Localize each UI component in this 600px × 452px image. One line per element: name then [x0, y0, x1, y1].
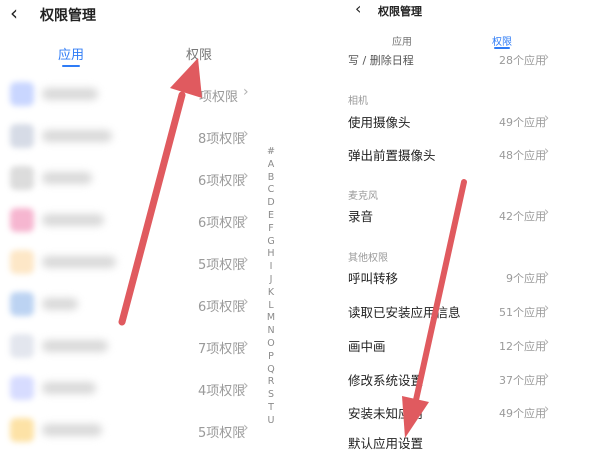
- arrow-down-icon: [402, 179, 467, 438]
- arrow-up-icon: [118, 58, 202, 326]
- annotation-arrows: [118, 58, 467, 438]
